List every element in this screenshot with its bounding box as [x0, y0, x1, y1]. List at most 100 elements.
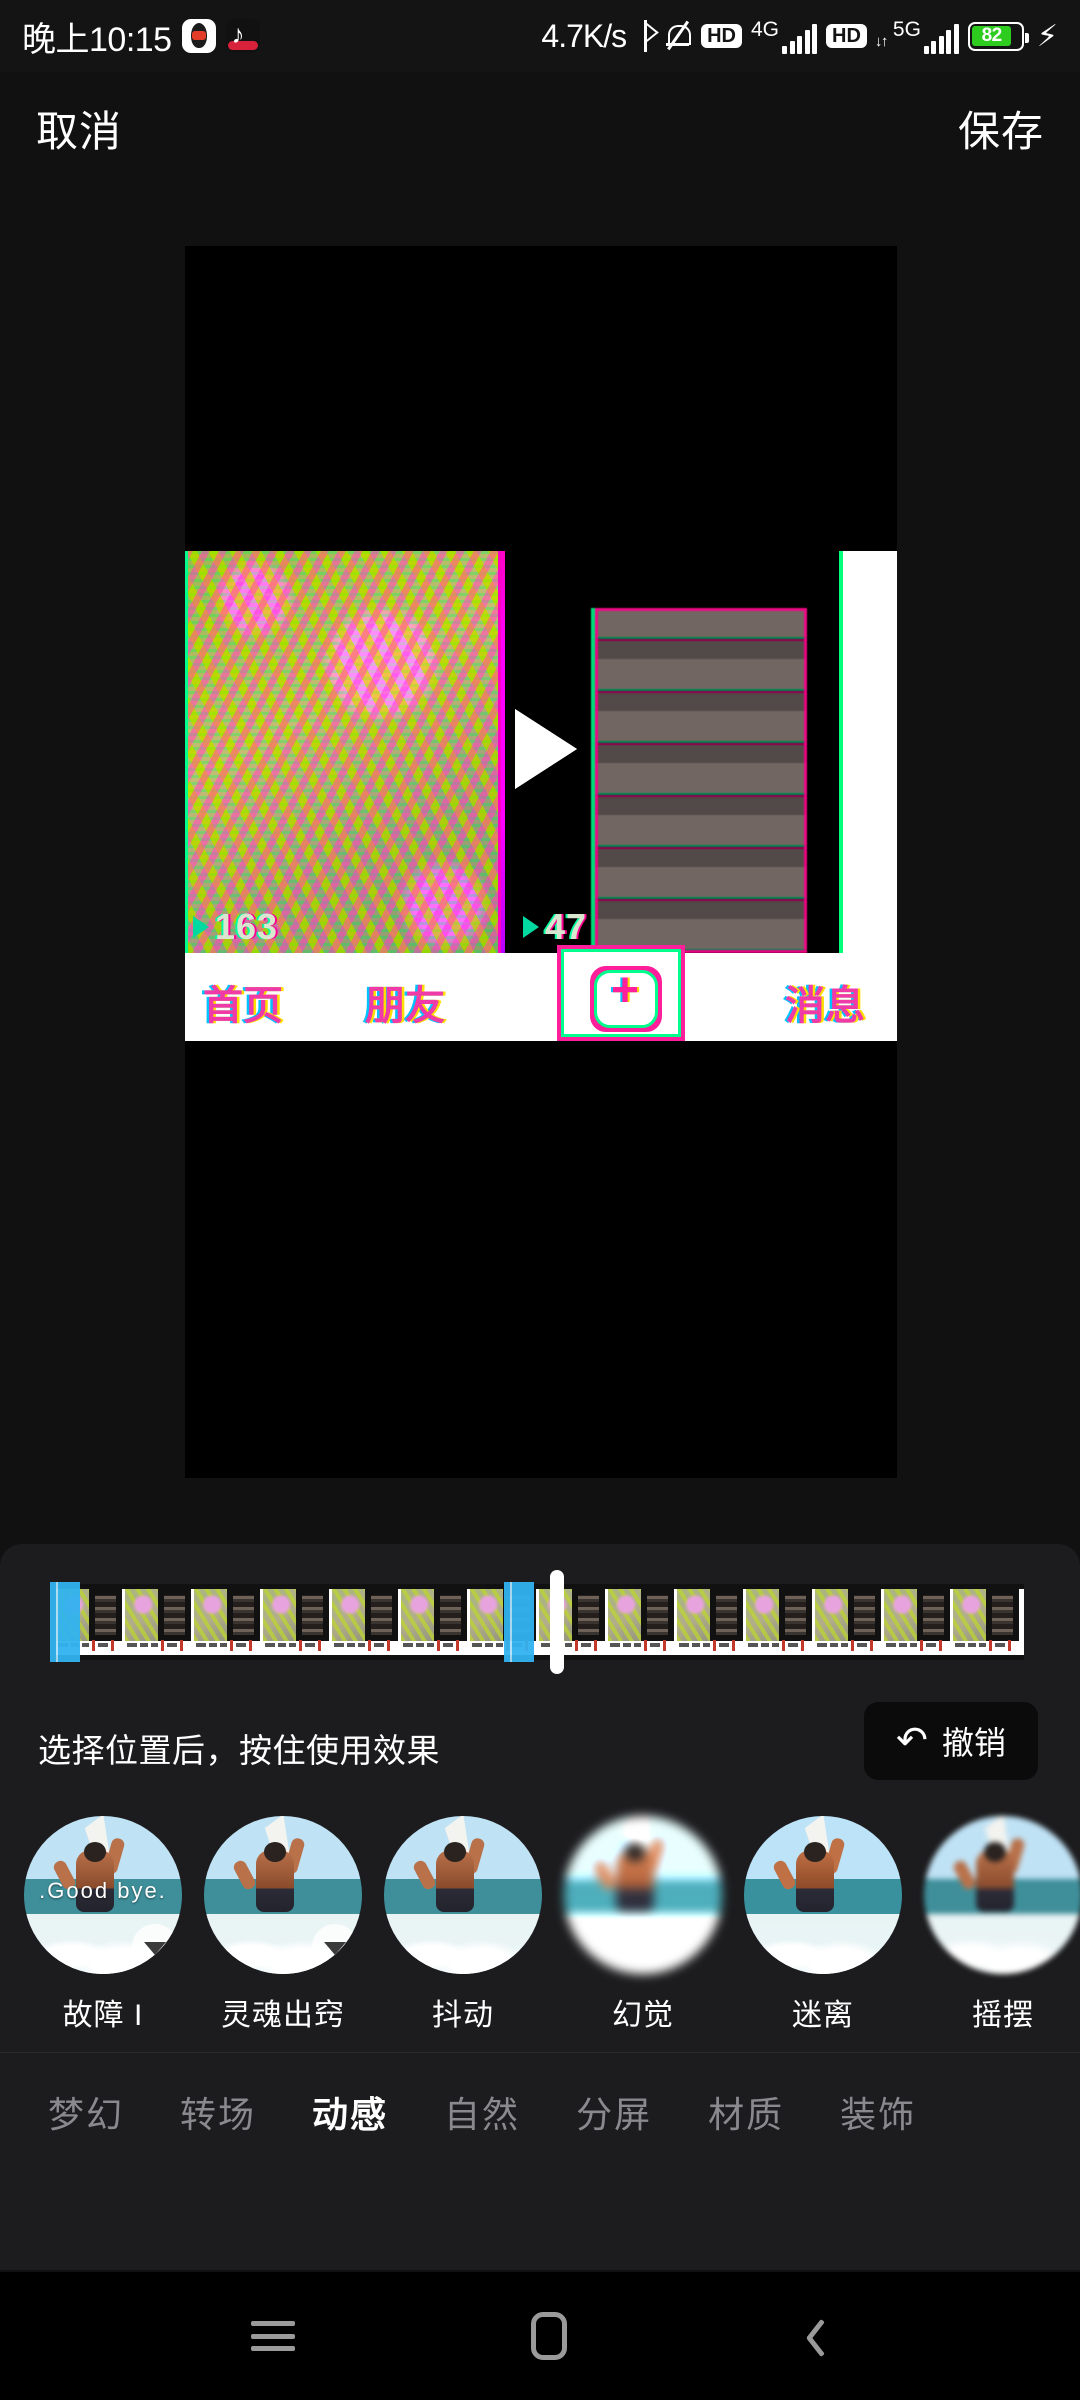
effects-list[interactable]: .Good bye. 故障 I 灵魂出窍 抖动 幻觉 迷离 摇摆 — [0, 1816, 1080, 2032]
frame-thumb-b — [710, 1589, 743, 1641]
frame-caption-strip — [886, 1637, 951, 1653]
frame-thumb-a — [263, 1589, 296, 1641]
view-count-left-label: 163 — [215, 906, 279, 947]
view-count-right: 47 — [523, 906, 587, 948]
timeline-frame[interactable] — [332, 1589, 401, 1655]
timeline-frame[interactable] — [194, 1589, 263, 1655]
inner-nav-messages: 消息 — [785, 984, 865, 1028]
frame-caption-strip — [403, 1637, 468, 1653]
frame-thumb-b — [296, 1589, 329, 1641]
hd-icon-1: HD — [701, 24, 742, 48]
effect-thumbnail[interactable]: .Good bye. — [24, 1816, 182, 1974]
battery-level-label: 82 — [972, 25, 1011, 46]
timeline-marker-effect[interactable] — [504, 1582, 534, 1662]
timeline-frame[interactable] — [263, 1589, 332, 1655]
frame-caption-strip — [265, 1637, 330, 1653]
system-nav-bar — [0, 2272, 1080, 2400]
cancel-button[interactable]: 取消 — [36, 98, 122, 159]
network-type-label-1: 4G — [751, 17, 780, 41]
effect-thumbnail[interactable] — [924, 1816, 1080, 1974]
frame-thumb-a — [677, 1589, 710, 1641]
effect-item[interactable]: .Good bye. 故障 I — [24, 1816, 182, 2034]
frame-caption-strip — [610, 1637, 675, 1653]
network-speed-label: 4.7K/s — [541, 17, 627, 54]
video-frame: 163 47 首页 朋友 消息 — [185, 551, 897, 1041]
frame-thumb-a — [332, 1589, 365, 1641]
category-tab[interactable]: 分屏 — [548, 2086, 680, 2138]
wave-spray-shape — [384, 1912, 542, 1974]
frame-thumb-a — [194, 1589, 227, 1641]
bluetooth-icon — [635, 20, 655, 52]
home-icon[interactable] — [531, 2312, 567, 2360]
undo-button[interactable]: ↷ 撤销 — [864, 1702, 1038, 1780]
status-bar-left: 晚上10:15 — [22, 12, 260, 61]
download-icon[interactable] — [132, 1924, 178, 1970]
timeline-frame[interactable] — [125, 1589, 194, 1655]
signal-bars-1 — [782, 23, 818, 54]
frame-caption-strip — [955, 1637, 1020, 1653]
douyin-icon — [225, 19, 260, 53]
play-icon[interactable] — [515, 709, 577, 789]
frame-thumb-a — [608, 1589, 641, 1641]
effect-item[interactable]: 灵魂出窍 — [204, 1816, 362, 2034]
view-count-right-label: 47 — [545, 906, 588, 947]
arm-left-shape — [231, 1858, 258, 1892]
effect-item[interactable]: 摇摆 — [924, 1816, 1080, 2034]
wave-spray-shape — [744, 1912, 902, 1974]
timeline[interactable] — [50, 1570, 1024, 1674]
effect-thumbnail[interactable] — [744, 1816, 902, 1974]
timeline-frame[interactable] — [884, 1589, 953, 1655]
wave-spray-shape — [564, 1912, 722, 1974]
download-icon[interactable] — [312, 1924, 358, 1970]
frame-thumb-a — [401, 1589, 434, 1641]
bottom-panel: 选择位置后，按住使用效果 ↷ 撤销 .Good bye. 故障 I 灵魂出窍 抖动 幻觉… — [0, 1544, 1080, 2270]
category-tab[interactable]: 梦幻 — [20, 2086, 152, 2138]
category-tab[interactable]: 转场 — [152, 2086, 284, 2138]
effect-item[interactable]: 抖动 — [384, 1816, 542, 2034]
inner-nav-friends: 朋友 — [365, 984, 445, 1028]
category-tab[interactable]: 材质 — [680, 2086, 812, 2138]
effect-thumbnail[interactable] — [564, 1816, 722, 1974]
timeline-strip[interactable] — [56, 1584, 1024, 1660]
surfer-head-shape — [984, 1842, 1006, 1862]
effect-thumbnail[interactable] — [384, 1816, 542, 1974]
effect-overlay-text: .Good bye. — [39, 1878, 167, 1903]
timeline-frame[interactable] — [815, 1589, 884, 1655]
effect-item[interactable]: 幻觉 — [564, 1816, 722, 2034]
frame-thumb-b — [227, 1589, 260, 1641]
category-tab[interactable]: 自然 — [416, 2086, 548, 2138]
timeline-playhead[interactable] — [550, 1570, 564, 1674]
frame-thumb-a — [125, 1589, 158, 1641]
category-tab[interactable]: 装饰 — [812, 2086, 944, 2138]
timeline-marker-start[interactable] — [50, 1582, 80, 1662]
category-tab[interactable]: 动感 — [284, 2086, 416, 2138]
arm-left-shape — [771, 1858, 798, 1892]
timeline-frame[interactable] — [677, 1589, 746, 1655]
effect-thumbnail[interactable] — [204, 1816, 362, 1974]
undo-button-label: 撤销 — [941, 1725, 1006, 1761]
undo-arrow-icon: ↷ — [896, 1720, 928, 1762]
timeline-frame[interactable] — [953, 1589, 1022, 1655]
effect-label: 迷离 — [792, 1999, 854, 2032]
video-canvas[interactable]: 163 47 首页 朋友 消息 — [185, 246, 897, 1478]
timeline-frame[interactable] — [746, 1589, 815, 1655]
frame-thumb-a — [884, 1589, 917, 1641]
frame-thumb-a — [815, 1589, 848, 1641]
category-tabs[interactable]: 梦幻 转场 动感 自然 分屏 材质 装饰 — [0, 2052, 1080, 2170]
timeline-frame[interactable] — [608, 1589, 677, 1655]
surfer-head-shape — [804, 1842, 826, 1862]
inner-nav-home: 首页 — [203, 984, 283, 1028]
timeline-frame[interactable] — [401, 1589, 470, 1655]
save-button[interactable]: 保存 — [958, 98, 1044, 159]
effect-label: 摇摆 — [972, 1999, 1034, 2032]
status-bar: 晚上10:15 4.7K/s HD 4G HD 5G 82 ⚡ — [0, 0, 1080, 72]
qq-icon — [181, 19, 216, 53]
recents-icon[interactable] — [251, 2321, 295, 2351]
charging-bolt-icon: ⚡ — [1036, 19, 1058, 53]
back-icon[interactable] — [803, 2315, 829, 2357]
effect-label: 故障 I — [62, 1999, 144, 2032]
hint-text: 选择位置后，按住使用效果 — [38, 1732, 440, 1769]
effect-item[interactable]: 迷离 — [744, 1816, 902, 2034]
signal-5g-icon: 5G — [875, 19, 959, 54]
video-white-edge — [839, 551, 897, 953]
